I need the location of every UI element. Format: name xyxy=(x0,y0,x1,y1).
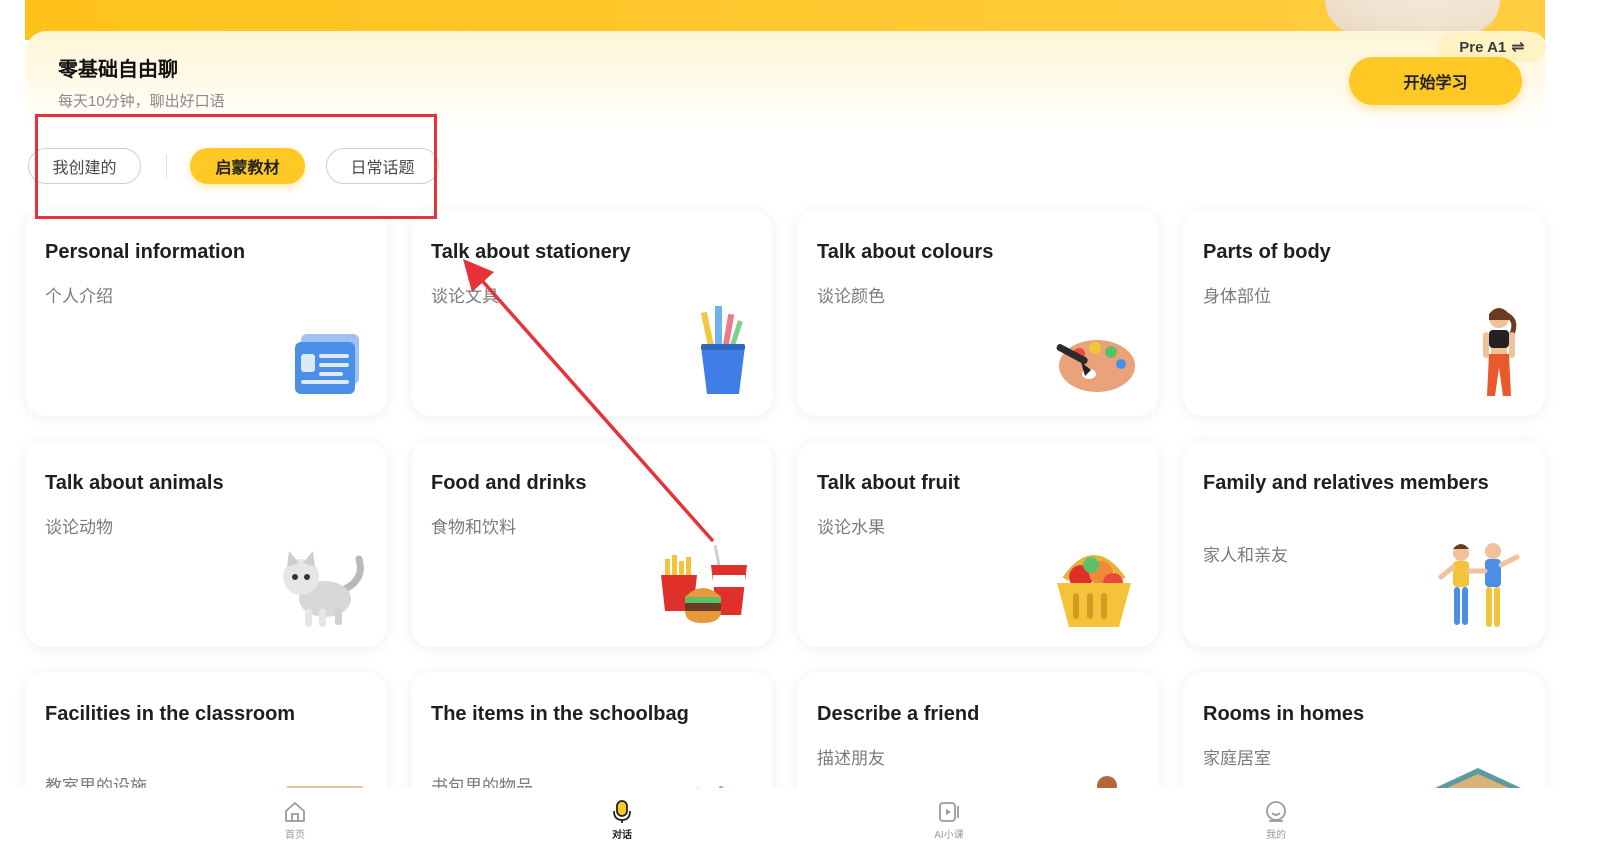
card-title: Personal information xyxy=(45,241,246,263)
nav-profile[interactable]: 我的 xyxy=(1236,800,1316,841)
paint-palette-icon xyxy=(1056,340,1135,392)
card-subtitle: 谈论动物 xyxy=(45,518,113,537)
card-title: Describe a friend xyxy=(817,703,980,725)
nav-label: 我的 xyxy=(1266,830,1286,841)
topic-card-food-and-drinks[interactable]: Food and drinks 食物和饮料 xyxy=(411,441,773,647)
card-subtitle: 谈论文具 xyxy=(431,287,499,306)
card-title: The items in the schoolbag xyxy=(431,703,689,725)
card-subtitle: 身体部位 xyxy=(1203,287,1271,306)
banner-title: 零基础自由聊 xyxy=(58,59,178,81)
topic-card-family[interactable]: Family and relatives members 家人和亲友 xyxy=(1183,441,1545,647)
card-subtitle: 谈论颜色 xyxy=(817,287,885,306)
id-card-icon xyxy=(295,334,359,394)
card-subtitle: 家庭居室 xyxy=(1203,749,1271,768)
topic-card-fruit[interactable]: Talk about fruit 谈论水果 xyxy=(797,441,1159,647)
nav-label: 首页 xyxy=(285,830,305,841)
cat-icon xyxy=(283,551,364,627)
topic-card-stationery[interactable]: Talk about stationery 谈论文具 xyxy=(411,210,773,416)
banner-illustration xyxy=(1325,0,1500,34)
nav-home[interactable]: 首页 xyxy=(255,800,335,841)
person-icon xyxy=(1483,308,1517,396)
nav-ai-lesson[interactable]: AI小课 xyxy=(909,800,989,841)
card-title: Talk about animals xyxy=(45,472,224,494)
card-subtitle: 谈论水果 xyxy=(817,518,885,537)
profile-icon xyxy=(1266,801,1286,822)
card-subtitle: 食物和饮料 xyxy=(431,518,516,537)
card-title: Rooms in homes xyxy=(1203,703,1365,725)
card-subtitle: 描述朋友 xyxy=(817,749,885,768)
annotation-highlight-box xyxy=(35,114,437,219)
card-title: Talk about fruit xyxy=(817,472,960,494)
home-icon xyxy=(285,802,305,822)
topic-card-personal-information[interactable]: Personal information 个人介绍 xyxy=(25,210,387,416)
card-title: Talk about colours xyxy=(817,241,994,263)
pencil-cup-icon xyxy=(700,306,745,394)
nav-label: 对话 xyxy=(612,830,632,841)
topic-card-parts-of-body[interactable]: Parts of body 身体部位 xyxy=(1183,210,1545,416)
topic-card-animals[interactable]: Talk about animals 谈论动物 xyxy=(25,441,387,647)
card-title: Family and relatives members xyxy=(1203,472,1489,494)
card-title: Facilities in the classroom xyxy=(45,703,296,725)
card-title: Parts of body xyxy=(1203,241,1331,263)
card-title: Talk about stationery xyxy=(431,241,631,263)
swap-icon: ⇌ xyxy=(1511,39,1525,56)
family-icon xyxy=(1438,543,1520,627)
burger-fries-icon xyxy=(661,545,747,623)
app-page: 零基础自由聊 每天10分钟，聊出好口语 Pre A1 ⇌ 开始学习 我创建的 启… xyxy=(0,0,1597,863)
card-title: Food and drinks xyxy=(431,472,587,494)
nav-label: AI小课 xyxy=(934,830,964,841)
video-lesson-icon xyxy=(939,802,959,822)
card-subtitle: 家人和亲友 xyxy=(1203,546,1288,565)
bottom-navigation: 首页 对话 AI小课 我的 xyxy=(0,788,1597,863)
microphone-icon xyxy=(613,800,631,823)
banner-subtitle: 每天10分钟，聊出好口语 xyxy=(58,93,225,110)
fruit-basket-icon xyxy=(1057,555,1131,627)
topic-card-colours[interactable]: Talk about colours 谈论颜色 xyxy=(797,210,1159,416)
nav-conversation[interactable]: 对话 xyxy=(582,800,662,841)
level-label: Pre A1 xyxy=(1459,38,1507,56)
start-learning-button[interactable]: 开始学习 xyxy=(1349,57,1522,105)
card-subtitle: 个人介绍 xyxy=(45,287,113,306)
